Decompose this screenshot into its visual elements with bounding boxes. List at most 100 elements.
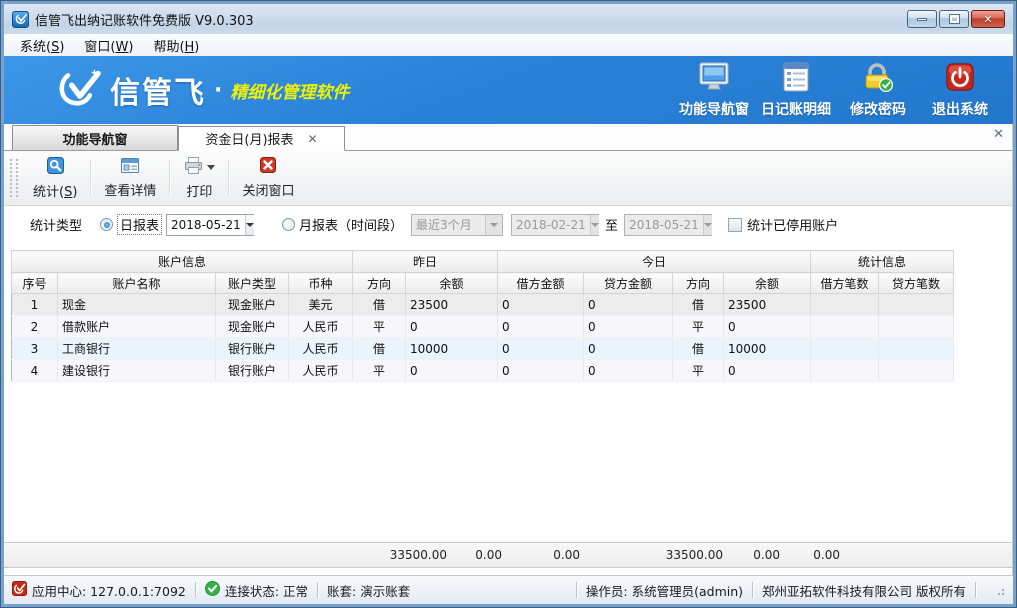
maximize-button[interactable] (939, 10, 969, 28)
group-header-row: 账户信息 昨日 今日 统计信息 (12, 251, 954, 273)
statistics-icon (47, 157, 64, 178)
ledger-list-icon (781, 62, 811, 96)
col-debit-amount[interactable]: 借方金额 (498, 273, 584, 294)
tab-nav-window[interactable]: 功能导航窗 (12, 125, 178, 150)
close-icon: ✕ (983, 14, 992, 25)
include-disabled-accounts-label[interactable]: 统计已停用账户 (747, 215, 838, 234)
connection-status: 连接状态: 正常 (205, 581, 308, 600)
col-balance-today[interactable]: 余额 (724, 273, 811, 294)
col-currency[interactable]: 币种 (289, 273, 353, 294)
total-credit-amount: 0.00 (553, 548, 580, 562)
dropdown-arrow-icon (485, 215, 502, 235)
maximize-icon (950, 15, 959, 23)
view-details-button[interactable]: 查看详情 (92, 154, 168, 202)
resize-grip-icon[interactable] (993, 584, 1005, 596)
include-disabled-accounts-checkbox[interactable] (728, 218, 742, 232)
exit-system-button[interactable]: 退出系统 (919, 62, 1001, 119)
total-credit-count: 0.00 (813, 548, 840, 562)
table-row[interactable]: 4建设银行银行账户人民币平000平0 (12, 360, 954, 382)
total-balance-today: 33500.00 (666, 548, 723, 562)
monthly-report-radio[interactable] (282, 218, 295, 231)
app-logo-icon (12, 11, 29, 28)
panel-close-icon[interactable]: ✕ (993, 128, 1004, 141)
total-debit-amount: 0.00 (475, 548, 502, 562)
tabstrip: 功能导航窗 资金日(月)报表 ✕ ✕ (4, 124, 1012, 151)
filterbar: 统计类型 日报表 2018-05-21 月报表（时间段） 最近3个月 2018-… (4, 206, 1012, 243)
report-table: 账户信息 昨日 今日 统计信息 序号 账户名称 账户类型 币种 方向 余额 借方… (11, 250, 954, 382)
journal-detail-button[interactable]: 日记账明细 (755, 62, 837, 119)
status-separator (195, 582, 196, 598)
total-balance-prev: 33500.00 (390, 548, 447, 562)
total-debit-count: 0.00 (753, 548, 780, 562)
app-window: 信管飞出纳记账软件免费版 V9.0.303 ✕ 系统(S) 窗口(W) 帮助(H… (0, 0, 1017, 608)
print-button[interactable]: 打印 (171, 154, 227, 202)
detail-window-icon (121, 158, 139, 177)
window-title: 信管飞出纳记账软件免费版 V9.0.303 (35, 10, 907, 29)
daily-report-label[interactable]: 日报表 (117, 214, 162, 235)
col-debit-count[interactable]: 借方笔数 (811, 273, 879, 294)
col-account-type[interactable]: 账户类型 (216, 273, 289, 294)
col-seq[interactable]: 序号 (12, 273, 58, 294)
dropdown-arrow-icon (590, 215, 599, 235)
change-password-button[interactable]: 修改密码 (837, 62, 919, 119)
group-today: 今日 (498, 251, 811, 273)
col-credit-amount[interactable]: 贷方金额 (584, 273, 673, 294)
brand-logo-icon (56, 68, 102, 112)
toolbar-separator (169, 160, 170, 196)
brand-tagline: 精细化管理软件 (230, 78, 349, 103)
print-dropdown-arrow-icon[interactable] (207, 165, 215, 170)
filter-section-label: 统计类型 (30, 215, 82, 234)
connection-ok-icon (205, 581, 220, 599)
toolbar-grip[interactable] (10, 159, 18, 197)
minimize-icon (917, 18, 927, 21)
col-credit-count[interactable]: 贷方笔数 (879, 273, 954, 294)
tab-funds-report[interactable]: 资金日(月)报表 ✕ (178, 126, 345, 151)
col-direction-today[interactable]: 方向 (673, 273, 724, 294)
col-account-name[interactable]: 账户名称 (58, 273, 216, 294)
table-row[interactable]: 2借款账户现金账户人民币平000平0 (12, 316, 954, 338)
statistics-button[interactable]: 统计(S) (21, 154, 89, 202)
operator-status: 操作员: 系统管理员(admin) (586, 581, 743, 600)
col-balance-prev[interactable]: 余额 (406, 273, 498, 294)
menu-window[interactable]: 窗口(W) (74, 34, 143, 57)
dropdown-arrow-icon (703, 215, 712, 235)
copyright-text: 郑州亚拓软件科技有限公司 版权所有 (762, 581, 966, 600)
print-icon (184, 157, 203, 178)
table-row[interactable]: 3工商银行银行账户人民币借1000000借10000 (12, 338, 954, 360)
client-area: 功能导航窗 资金日(月)报表 ✕ ✕ 统计(S) 查看详情 (4, 124, 1013, 575)
statusbar-app-icon (12, 581, 27, 599)
close-button[interactable]: ✕ (971, 10, 1005, 28)
status-separator (576, 582, 577, 598)
titlebar: 信管飞出纳记账软件免费版 V9.0.303 ✕ (4, 4, 1013, 34)
report-grid-area: 账户信息 昨日 今日 统计信息 序号 账户名称 账户类型 币种 方向 余额 借方… (4, 243, 1012, 542)
nav-window-button[interactable]: 功能导航窗 (673, 62, 755, 119)
menu-help[interactable]: 帮助(H) (143, 34, 209, 57)
brand-name: 信管飞 (110, 68, 206, 112)
window-controls: ✕ (907, 10, 1005, 28)
col-direction-prev[interactable]: 方向 (353, 273, 406, 294)
dropdown-arrow-icon[interactable] (245, 215, 254, 235)
brand: 信管飞 · 精细化管理软件 (56, 68, 349, 112)
monthly-report-label[interactable]: 月报表（时间段） (299, 215, 403, 234)
menubar: 系统(S) 窗口(W) 帮助(H) (4, 34, 1013, 56)
date-to-select: 2018-05-21 (624, 214, 712, 236)
toolbar-separator (90, 160, 91, 196)
totals-bar: 33500.00 0.00 0.00 33500.00 0.00 0.00 (4, 542, 1012, 568)
menu-system[interactable]: 系统(S) (10, 34, 74, 57)
statusbar: 应用中心: 127.0.0.1:7092 连接状态: 正常 账套: 演示账套 操… (4, 575, 1013, 604)
banner: 信管飞 · 精细化管理软件 功能导航窗 日记账明细 修改密码 (4, 56, 1013, 124)
daily-date-select[interactable]: 2018-05-21 (166, 214, 254, 236)
close-window-button[interactable]: 关闭窗口 (230, 154, 306, 202)
group-account-info: 账户信息 (12, 251, 353, 273)
group-yesterday: 昨日 (353, 251, 498, 273)
account-set-status: 账套: 演示账套 (327, 581, 410, 600)
daily-report-radio[interactable] (100, 218, 113, 231)
lock-icon (862, 62, 894, 96)
brand-dot: · (214, 78, 222, 103)
table-row[interactable]: 1现金现金账户美元借2350000借23500 (12, 294, 954, 316)
to-label: 至 (605, 215, 618, 234)
status-separator (317, 582, 318, 598)
close-window-icon (260, 157, 276, 177)
tab-close-icon[interactable]: ✕ (308, 133, 318, 145)
minimize-button[interactable] (907, 10, 937, 28)
